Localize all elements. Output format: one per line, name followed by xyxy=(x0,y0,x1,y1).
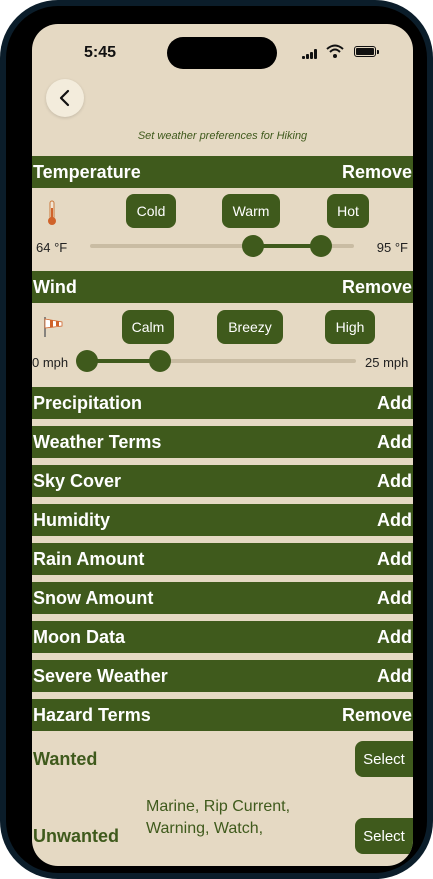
hazard-terms-header: Hazard Terms Remove xyxy=(32,699,413,731)
category-snow-amount: Snow Amount Add xyxy=(32,582,413,614)
back-button[interactable] xyxy=(46,79,84,117)
add-button[interactable]: Add xyxy=(377,666,412,687)
category-title: Moon Data xyxy=(33,627,125,647)
cellular-signal-icon xyxy=(302,49,318,59)
temperature-option-warm[interactable]: Warm xyxy=(222,194,280,228)
page-subtitle: Set weather preferences for Hiking xyxy=(137,130,308,142)
add-button[interactable]: Add xyxy=(377,588,412,609)
wanted-select-button[interactable]: Select xyxy=(355,741,413,777)
wind-max-label: 25 mph xyxy=(365,355,409,370)
wind-option-calm[interactable]: Calm xyxy=(122,310,174,344)
temperature-min-label: 64 °F xyxy=(36,240,68,255)
category-weather-terms: Weather Terms Add xyxy=(32,426,413,458)
temperature-max-thumb[interactable] xyxy=(310,235,332,257)
wind-option-high[interactable]: High xyxy=(325,310,375,344)
temperature-title: Temperature xyxy=(33,162,141,182)
hazard-terms-remove-button[interactable]: Remove xyxy=(342,705,412,726)
device-bezel: 5:45 Set weather preferences for Hiking xyxy=(6,6,427,873)
windsock-icon xyxy=(44,317,63,337)
add-button[interactable]: Add xyxy=(377,510,412,531)
unwanted-terms-list: Marine, Rip Current, Warning, Watch, xyxy=(146,798,291,837)
device-frame: 5:45 Set weather preferences for Hiking xyxy=(0,0,433,879)
category-title: Snow Amount xyxy=(33,588,154,608)
thermometer-icon xyxy=(48,200,56,225)
category-title: Weather Terms xyxy=(33,432,162,452)
category-severe-weather: Severe Weather Add xyxy=(32,660,413,692)
hazard-terms-title: Hazard Terms xyxy=(33,705,151,725)
category-title: Precipitation xyxy=(33,393,143,413)
add-button[interactable]: Add xyxy=(377,471,412,492)
unwanted-select-button[interactable]: Select xyxy=(355,818,413,854)
category-sky-cover: Sky Cover Add xyxy=(32,465,413,497)
category-title: Sky Cover xyxy=(33,471,122,491)
category-moon-data: Moon Data Add xyxy=(32,621,413,653)
temperature-option-cold[interactable]: Cold xyxy=(126,194,176,228)
temperature-min-thumb[interactable] xyxy=(242,235,264,257)
category-rain-amount: Rain Amount Add xyxy=(32,543,413,575)
category-title: Severe Weather xyxy=(33,666,168,686)
wind-option-breezy[interactable]: Breezy xyxy=(217,310,283,344)
wind-remove-button[interactable]: Remove xyxy=(342,277,412,298)
wind-title: Wind xyxy=(33,277,77,297)
add-button[interactable]: Add xyxy=(377,627,412,648)
unwanted-label: Unwanted xyxy=(33,826,120,846)
wind-max-thumb[interactable] xyxy=(149,350,171,372)
temperature-header: Temperature Remove xyxy=(32,156,413,188)
wifi-icon xyxy=(326,44,344,58)
add-button[interactable]: Add xyxy=(377,393,412,414)
wind-header: Wind Remove xyxy=(32,271,413,303)
wind-min-label: 0 mph xyxy=(32,355,69,370)
category-precipitation: Precipitation Add xyxy=(32,387,413,419)
category-title: Humidity xyxy=(33,510,111,530)
category-humidity: Humidity Add xyxy=(32,504,413,536)
temperature-max-label: 95 °F xyxy=(376,240,408,255)
temperature-option-hot[interactable]: Hot xyxy=(327,194,369,228)
status-time: 5:45 xyxy=(84,44,117,61)
battery-icon xyxy=(354,46,379,57)
dynamic-island xyxy=(167,37,277,69)
chevron-left-icon xyxy=(59,89,70,107)
wanted-label: Wanted xyxy=(33,749,98,769)
add-button[interactable]: Add xyxy=(377,432,412,453)
add-button[interactable]: Add xyxy=(377,549,412,570)
temperature-remove-button[interactable]: Remove xyxy=(342,162,412,183)
category-title: Rain Amount xyxy=(33,549,145,569)
wind-min-thumb[interactable] xyxy=(76,350,98,372)
screen: 5:45 Set weather preferences for Hiking xyxy=(32,24,413,866)
